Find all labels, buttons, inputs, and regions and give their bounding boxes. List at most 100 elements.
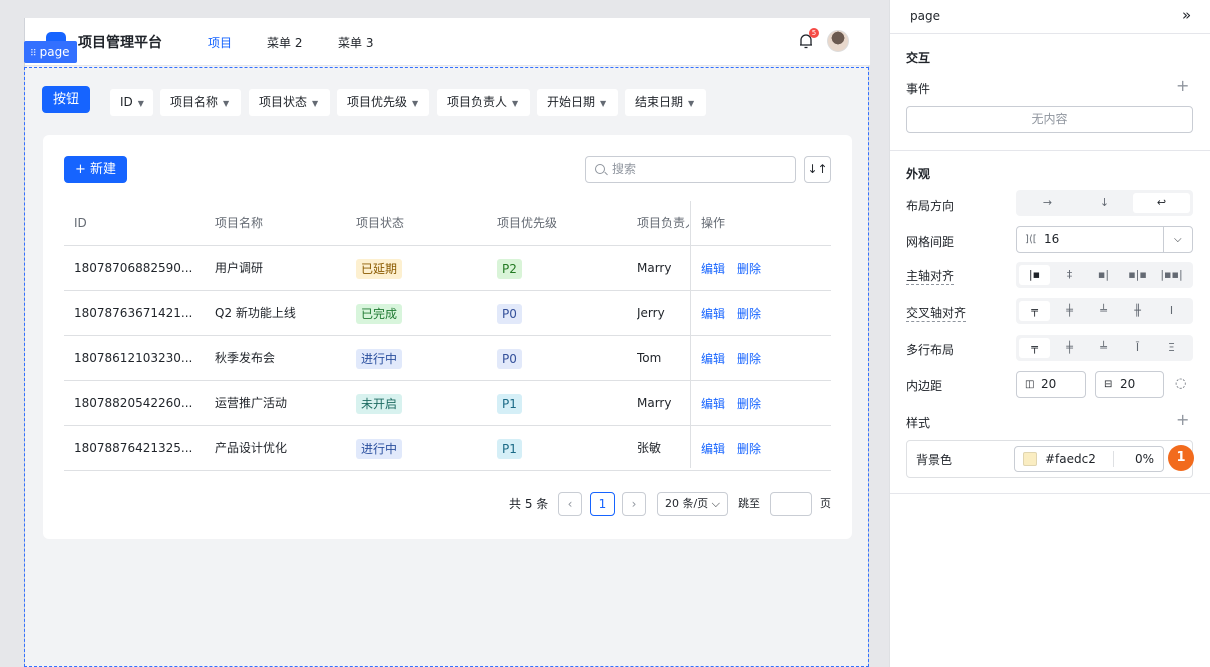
step-marker: 1 (1168, 445, 1194, 471)
edit-link[interactable]: 编辑 (701, 307, 725, 321)
cell-id: 18078612103230... (74, 351, 193, 365)
justify-start-icon[interactable]: |▪ (1019, 265, 1050, 285)
nav-item-projects[interactable]: 项目 (208, 34, 232, 51)
justify-center-icon[interactable]: ‡ (1054, 265, 1085, 285)
cell-priority: P1 (497, 381, 522, 426)
padding-x-input[interactable]: ◫ 20 (1016, 371, 1086, 398)
cell-status: 已延期 (356, 246, 403, 291)
events-label: 事件 (906, 82, 931, 96)
padding-expand-icon[interactable]: ◌ (1175, 376, 1186, 391)
padding-y-icon: ⊟ (1104, 379, 1113, 390)
edit-link[interactable]: 编辑 (701, 352, 725, 366)
filter-dropdown[interactable]: 项目优先级 ▼ (337, 89, 429, 116)
caret-down-icon: ▼ (312, 99, 319, 108)
cell-priority: P2 (497, 246, 522, 291)
table-row[interactable]: 18078876421325... 产品设计优化 进行中 P1 张敏 编辑 删除 (64, 426, 831, 471)
table-row[interactable]: 18078706882590... 用户调研 已延期 P2 Marry 编辑 删除 (64, 246, 831, 291)
page-1-button[interactable]: 1 (590, 492, 615, 516)
search-input[interactable]: 搜索 (585, 156, 796, 183)
padding-y-input[interactable]: ⊟ 20 (1095, 371, 1164, 398)
filter-dropdown[interactable]: 项目负责人 ▼ (437, 89, 530, 116)
justify-around-icon[interactable]: |▪▪| (1156, 265, 1187, 285)
content-end-icon[interactable]: ╧ (1088, 338, 1119, 358)
filter-label: 项目负责人 (447, 95, 508, 109)
cell-owner: Marry (637, 261, 672, 275)
cell-name: 产品设计优化 (215, 441, 288, 455)
delete-link[interactable]: 删除 (737, 442, 761, 456)
cell-name: 用户调研 (215, 261, 264, 275)
avatar[interactable] (827, 30, 849, 52)
cell-status: 进行中 (356, 336, 403, 381)
direction-row-icon[interactable]: → (1019, 193, 1076, 213)
page-size-select[interactable]: 20 条/页 ⌵ (657, 492, 728, 516)
add-style-icon[interactable]: + (1176, 410, 1189, 429)
content-between-icon[interactable]: Ī (1122, 338, 1153, 358)
color-swatch[interactable] (1023, 452, 1037, 466)
gap-icon: ]⟨[ (1025, 234, 1037, 245)
edit-link[interactable]: 编辑 (701, 262, 725, 276)
app-brand: 项目管理平台 (78, 35, 162, 51)
drag-handle-icon[interactable]: ⠿ (30, 49, 37, 59)
multi-line-toggle: ╤ ╪ ╧ Ī Ξ (1016, 335, 1193, 361)
direction-wrap-icon[interactable]: ↩ (1133, 193, 1190, 213)
filter-label: 开始日期 (547, 95, 596, 109)
align-baseline-icon[interactable]: ╫ (1122, 301, 1153, 321)
cell-name: 运营推广活动 (215, 396, 288, 410)
filter-dropdown[interactable]: 结束日期 ▼ (625, 89, 706, 116)
panel-title: page (910, 9, 940, 23)
background-color-input[interactable]: #faedc2 0% (1014, 446, 1164, 472)
filter-dropdown[interactable]: 项目状态 ▼ (249, 89, 330, 116)
padding-x-icon: ◫ (1025, 379, 1035, 390)
justify-between-icon[interactable]: ▪|▪ (1122, 265, 1153, 285)
grid-gap-label: 网格间距 (906, 235, 955, 249)
fixed-column-divider (690, 201, 691, 468)
cell-priority: P1 (497, 426, 522, 471)
edit-link[interactable]: 编辑 (701, 442, 725, 456)
align-stretch-icon[interactable]: I (1156, 301, 1187, 321)
collapse-panel-icon[interactable]: » (1182, 6, 1191, 24)
edit-link[interactable]: 编辑 (701, 397, 725, 411)
filter-dropdown[interactable]: 项目名称 ▼ (160, 89, 241, 116)
align-middle-icon[interactable]: ╪ (1054, 301, 1085, 321)
status-badge: 进行中 (356, 438, 403, 459)
filter-dropdown[interactable]: ID ▼ (110, 89, 153, 116)
primary-button[interactable]: 按钮 (42, 86, 90, 113)
interaction-section: 交互 事件 + 无内容 (890, 34, 1210, 151)
prev-page-button[interactable]: ‹ (558, 492, 582, 516)
chevron-down-icon[interactable]: ⌵ (1174, 227, 1182, 252)
filter-dropdown[interactable]: 开始日期 ▼ (537, 89, 618, 116)
table-row[interactable]: 18078763671421... Q2 新功能上线 已完成 P0 Jerry 编辑 删除 (64, 291, 831, 336)
align-bottom-icon[interactable]: ╧ (1088, 301, 1119, 321)
content-center-icon[interactable]: ╪ (1054, 338, 1085, 358)
grid-gap-input[interactable]: ]⟨[ 16 ⌵ (1016, 226, 1193, 253)
status-badge: 进行中 (356, 348, 403, 369)
delete-link[interactable]: 删除 (737, 397, 761, 411)
background-color-label: 背景色 (916, 453, 953, 467)
cell-actions: 编辑 删除 (701, 382, 773, 427)
app-header: 项目管理平台 项目 菜单 2 菜单 3 5 (25, 18, 870, 66)
cell-owner: 张敏 (637, 441, 662, 455)
delete-link[interactable]: 删除 (737, 262, 761, 276)
interaction-title: 交互 (906, 51, 931, 65)
delete-link[interactable]: 删除 (737, 352, 761, 366)
cell-id: 18078706882590... (74, 261, 193, 275)
jump-page-input[interactable] (770, 492, 812, 516)
layout-direction-toggle: → ↓ ↩ (1016, 190, 1193, 216)
content-around-icon[interactable]: Ξ (1156, 338, 1187, 358)
new-button[interactable]: + 新建 (64, 156, 127, 183)
justify-end-icon[interactable]: ▪| (1088, 265, 1119, 285)
table-row[interactable]: 18078820542260... 运营推广活动 未开启 P1 Marry 编辑 删除 (64, 381, 831, 426)
align-top-icon[interactable]: ╤ (1019, 301, 1050, 321)
direction-column-icon[interactable]: ↓ (1076, 193, 1133, 213)
add-event-icon[interactable]: + (1176, 76, 1189, 95)
delete-link[interactable]: 删除 (737, 307, 761, 321)
page-selection-tag[interactable]: ⠿ page (24, 41, 77, 63)
table-row[interactable]: 18078612103230... 秋季发布会 进行中 P0 Tom 编辑 删除 (64, 336, 831, 381)
content-start-icon[interactable]: ╤ (1019, 338, 1050, 358)
appearance-section: 外观 布局方向 → ↓ ↩ 网格间距 ]⟨[ 16 ⌵ 主轴对齐 |▪ ‡ ▪|… (890, 151, 1210, 494)
nav-item-menu-2[interactable]: 菜单 2 (267, 34, 302, 51)
sort-button[interactable]: ↓↑ (804, 156, 831, 183)
nav-item-menu-3[interactable]: 菜单 3 (338, 34, 373, 51)
next-page-button[interactable]: › (622, 492, 646, 516)
cross-axis-label: 交叉轴对齐 (906, 306, 967, 322)
